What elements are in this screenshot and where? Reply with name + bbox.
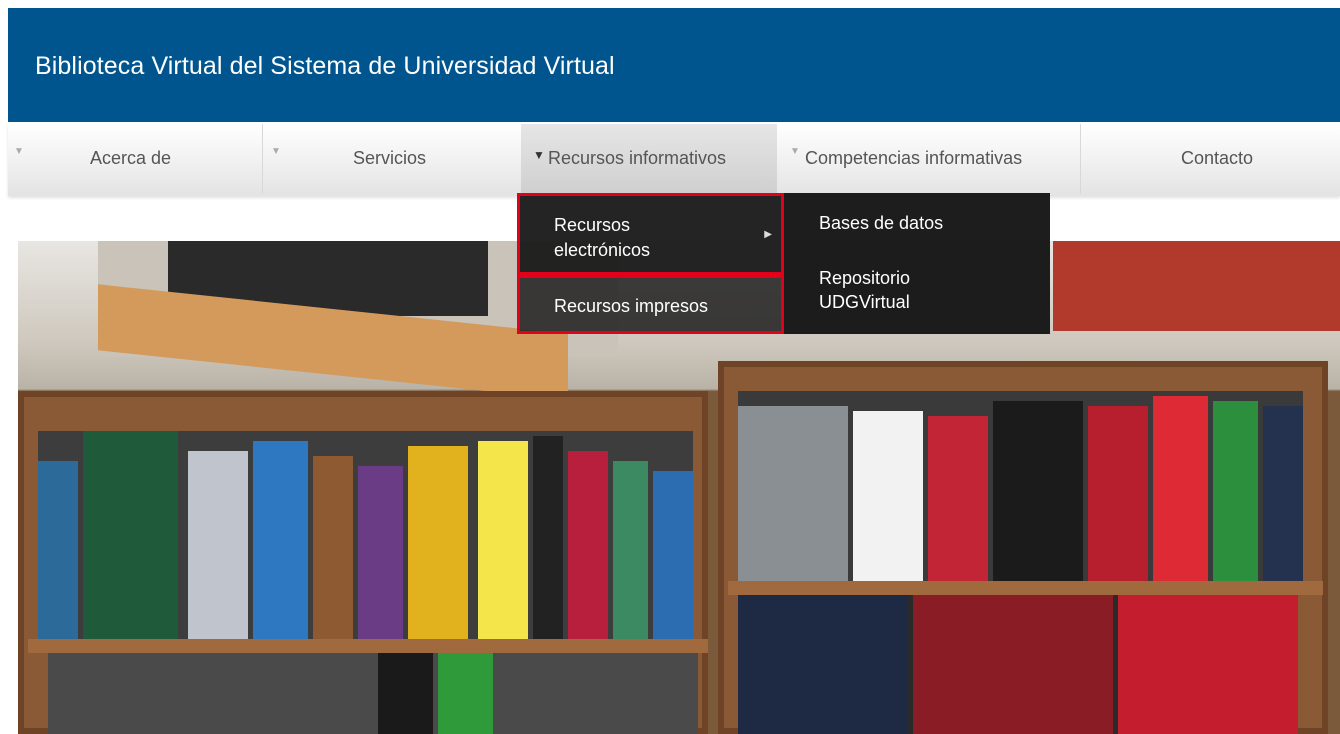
book [993, 401, 1083, 586]
nav-label: Recursos informativos [548, 148, 727, 168]
book [408, 446, 468, 641]
nav-item-competencias-informativas[interactable]: ▼ Competencias informativas [778, 124, 1080, 194]
book [853, 411, 923, 586]
nav-item-contacto[interactable]: Contacto [1081, 124, 1340, 194]
dropdown-submenu: Bases de datos Repositorio UDGVirtual [784, 193, 1050, 334]
book [478, 441, 528, 641]
book [1213, 401, 1258, 586]
menu-item-label: Recursos electrónicos [554, 215, 651, 260]
dropdown-primary-column: Recursos electrónicos ▶ Recursos impreso… [517, 193, 784, 334]
book [38, 461, 78, 641]
book [358, 466, 403, 641]
menu-item-label: Recursos impresos [554, 296, 709, 316]
book [378, 653, 433, 734]
chevron-down-icon: ▼ [790, 146, 800, 157]
submenu-item-bases-de-datos[interactable]: Bases de datos [819, 211, 943, 235]
nav-item-servicios[interactable]: ▼ Servicios [263, 124, 521, 194]
book [913, 595, 1113, 734]
site-header: Biblioteca Virtual del Sistema de Univer… [8, 8, 1340, 122]
shelf-board [728, 581, 1323, 595]
book [653, 471, 693, 641]
book [438, 653, 493, 734]
book [1263, 406, 1303, 586]
submenu-item-repositorio-udgvirtual[interactable]: Repositorio UDGVirtual [819, 266, 939, 314]
nav-label: Acerca de [90, 148, 172, 168]
menu-item-recursos-impresos[interactable]: Recursos impresos [517, 275, 784, 334]
book [1088, 406, 1148, 586]
caret-down-icon: ▼ [533, 148, 545, 162]
right-shelf-books-bottom [738, 595, 1298, 734]
book [568, 451, 608, 641]
red-book-stack [1053, 241, 1340, 331]
book [533, 436, 563, 641]
nav-label: Contacto [1181, 148, 1254, 168]
main-nav: ▼ Acerca de ▼ Servicios ▼ Recursos infor… [8, 124, 1340, 196]
nav-item-recursos-informativos[interactable]: ▼ Recursos informativos [521, 124, 777, 194]
site-title[interactable]: Biblioteca Virtual del Sistema de Univer… [35, 52, 615, 81]
book [928, 416, 988, 586]
chevron-down-icon: ▼ [14, 146, 24, 157]
nav-item-acerca-de[interactable]: ▼ Acerca de [8, 124, 262, 194]
left-shelf-books-top [38, 431, 693, 641]
book [253, 441, 308, 641]
nav-label: Competencias informativas [805, 148, 1023, 168]
menu-item-recursos-electronicos[interactable]: Recursos electrónicos ▶ [517, 193, 784, 275]
left-shelf-books-bottom [48, 653, 698, 734]
book [1153, 396, 1208, 586]
book [1118, 595, 1298, 734]
chevron-down-icon: ▼ [271, 146, 281, 157]
chevron-right-icon: ▶ [764, 229, 772, 240]
recursos-dropdown-menu: Recursos electrónicos ▶ Recursos impreso… [517, 193, 1050, 334]
book [613, 461, 648, 641]
nav-label: Servicios [353, 148, 427, 168]
book [738, 595, 908, 734]
book [738, 406, 848, 586]
right-shelf-books-top [738, 391, 1303, 586]
book [313, 456, 353, 641]
book [83, 431, 178, 641]
book [188, 451, 248, 641]
shelf-board [28, 639, 708, 653]
